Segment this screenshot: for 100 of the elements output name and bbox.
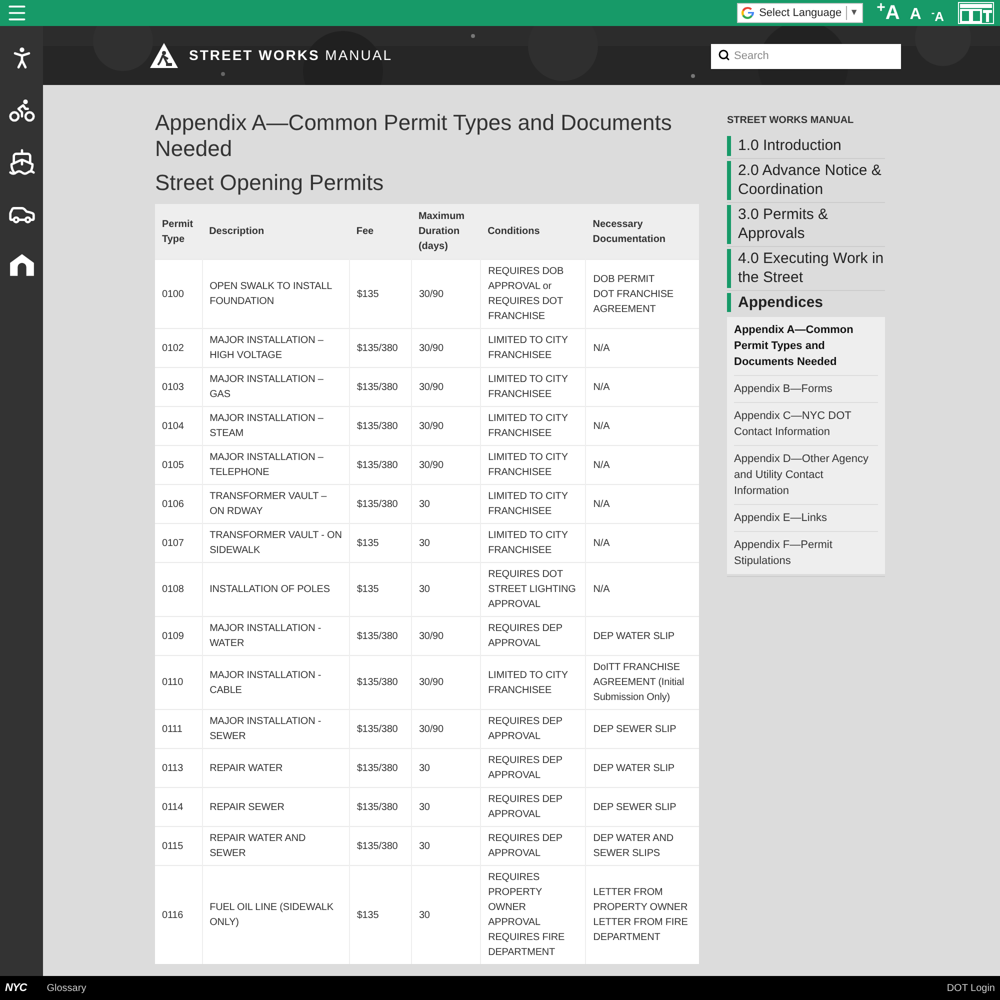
- worker-sign-icon: [149, 42, 179, 69]
- table-cell: $135: [349, 866, 412, 964]
- table-cell: $135/380: [349, 748, 412, 788]
- sidebar-section-link[interactable]: 4.0 Executing Work in the Street: [727, 248, 885, 288]
- table-cell: MAJOR INSTALLATION – TELEPHONE: [202, 446, 350, 484]
- table-cell: 30/90: [411, 446, 481, 484]
- nyc-logo[interactable]: NYC: [5, 980, 27, 996]
- table-cell: REPAIR WATER AND SEWER: [202, 826, 350, 866]
- sidebar-link[interactable]: Appendix C—NYC DOT Contact Information: [734, 403, 878, 446]
- table-cell: $135/380: [349, 484, 412, 524]
- table-cell: DEP SEWER SLIP: [586, 710, 699, 748]
- tunnel-icon[interactable]: [8, 252, 34, 278]
- table-cell: LETTER FROM PROPERTY OWNER LETTER FROM FIRE DEPARTMENT: [586, 866, 699, 964]
- table-cell: LIMITED TO CITY FRANCHISEE: [480, 406, 586, 446]
- sidebar-link[interactable]: Appendix A—Common Permit Types and Documents Needed: [734, 317, 878, 376]
- font-size-button[interactable]: A: [910, 7, 922, 23]
- table-cell: REQUIRES DOB APPROVAL or REQUIRES DOT FRANCHISE: [480, 260, 586, 328]
- table-cell: MAJOR INSTALLATION - SEWER: [202, 710, 350, 748]
- table-cell: 0104: [155, 406, 202, 446]
- table-cell: $135: [349, 260, 412, 328]
- table-cell: MAJOR INSTALLATION – HIGH VOLTAGE: [202, 328, 350, 368]
- table-cell: LIMITED TO CITY FRANCHISEE: [480, 328, 586, 368]
- table-cell: LIMITED TO CITY FRANCHISEE: [480, 484, 586, 524]
- table-cell: TRANSFORMER VAULT – ON RDWAY: [202, 484, 350, 524]
- table-cell: FUEL OIL LINE (SIDEWALK ONLY): [202, 866, 350, 964]
- google-icon: [741, 6, 756, 20]
- column-header: Necessary Documentation: [586, 204, 699, 260]
- table-cell: N/A: [586, 368, 699, 406]
- column-header: Permit Type: [155, 204, 202, 260]
- table-cell: $135/380: [349, 368, 412, 406]
- table-cell: LIMITED TO CITY FRANCHISEE: [480, 446, 586, 484]
- sidebar-link[interactable]: Appendix D—Other Agency and Utility Contact Information: [734, 446, 878, 505]
- table-cell: N/A: [586, 406, 699, 446]
- section-heading: Street Opening Permits: [155, 170, 385, 196]
- language-select[interactable]: Select Language ▼: [737, 3, 863, 23]
- table-cell: REPAIR SEWER: [202, 788, 350, 826]
- page-title: Appendix A—Common Permit Types and Documents Needed: [155, 110, 673, 162]
- table-cell: DEP WATER SLIP: [586, 748, 699, 788]
- table-cell: $135/380: [349, 446, 412, 484]
- table-cell: $135/380: [349, 788, 412, 826]
- table-cell: REPAIR WATER: [202, 748, 350, 788]
- login-link[interactable]: DOT Login: [946, 980, 995, 996]
- table-cell: 0116: [155, 866, 202, 964]
- table-cell: $135/380: [349, 406, 412, 446]
- table-cell: LIMITED TO CITY FRANCHISEE: [480, 524, 586, 562]
- ferry-icon[interactable]: [8, 148, 36, 176]
- table-cell: 30/90: [411, 710, 481, 748]
- font-size-button[interactable]: $^{-}$A: [931, 10, 944, 23]
- table-cell: DOB PERMIT DOT FRANCHISE AGREEMENT: [586, 260, 699, 328]
- table-cell: OPEN SWALK TO INSTALL FOUNDATION: [202, 260, 350, 328]
- table-cell: 30: [411, 826, 481, 866]
- table-cell: N/A: [586, 446, 699, 484]
- table-cell: REQUIRES DEP APPROVAL: [480, 616, 586, 656]
- table-cell: 0106: [155, 484, 202, 524]
- table-cell: N/A: [586, 524, 699, 562]
- table-cell: $135/380: [349, 328, 412, 368]
- table-cell: 0100: [155, 260, 202, 328]
- font-size-button[interactable]: $^{+}$A: [876, 3, 900, 23]
- table-cell: 30/90: [411, 406, 481, 446]
- table-cell: 30/90: [411, 616, 481, 656]
- table-cell: REQUIRES DEP APPROVAL: [480, 748, 586, 788]
- sidebar-section-link[interactable]: Appendices: [727, 292, 885, 312]
- table-cell: DEP WATER SLIP: [586, 616, 699, 656]
- table-cell: 0111: [155, 710, 202, 748]
- table-cell: MAJOR INSTALLATION - CABLE: [202, 656, 350, 710]
- table-cell: DEP SEWER SLIP: [586, 788, 699, 826]
- table-cell: DEP WATER AND SEWER SLIPS: [586, 826, 699, 866]
- search-icon: [718, 49, 730, 61]
- sidebar-section-link[interactable]: 2.0 Advance Notice & Coordination: [727, 160, 885, 200]
- column-header: Description: [202, 204, 350, 260]
- table-cell: 0102: [155, 328, 202, 368]
- table-cell: MAJOR INSTALLATION – GAS: [202, 368, 350, 406]
- table-cell: 0105: [155, 446, 202, 484]
- table-cell: MAJOR INSTALLATION - WATER: [202, 616, 350, 656]
- table-cell: 0113: [155, 748, 202, 788]
- footer-link[interactable]: Glossary: [46, 980, 86, 996]
- table-cell: INSTALLATION OF POLES: [202, 562, 350, 616]
- sidebar-section-link[interactable]: 3.0 Permits & Approvals: [727, 204, 885, 244]
- column-header: Maximum Duration (days): [411, 204, 481, 260]
- column-header: Conditions: [480, 204, 586, 260]
- table-cell: $135: [349, 524, 412, 562]
- table-cell: LIMITED TO CITY FRANCHISEE: [480, 368, 586, 406]
- column-header: Fee: [349, 204, 412, 260]
- search-field[interactable]: Search: [711, 44, 901, 68]
- table-cell: 0114: [155, 788, 202, 826]
- table-cell: 30: [411, 748, 481, 788]
- sidebar-link[interactable]: Appendix E—Links: [734, 505, 878, 532]
- table-cell: 30: [411, 788, 481, 826]
- table-cell: MAJOR INSTALLATION – STEAM: [202, 406, 350, 446]
- table-cell: REQUIRES DEP APPROVAL: [480, 710, 586, 748]
- table-cell: 30/90: [411, 328, 481, 368]
- table-cell: 30: [411, 866, 481, 964]
- table-cell: DoITT FRANCHISE AGREEMENT (Initial Submission Only): [586, 656, 699, 710]
- sidebar-link[interactable]: Appendix F—Permit Stipulations: [734, 532, 878, 574]
- sidebar-section-link[interactable]: 1.0 Introduction: [727, 136, 885, 156]
- site-logo-text[interactable]: STREET WORKS MANUAL: [189, 45, 393, 66]
- table-cell: REQUIRES DEP APPROVAL: [480, 826, 586, 866]
- table-cell: 0115: [155, 826, 202, 866]
- table-cell: 30: [411, 562, 481, 616]
- sidebar-link[interactable]: Appendix B—Forms: [734, 376, 878, 403]
